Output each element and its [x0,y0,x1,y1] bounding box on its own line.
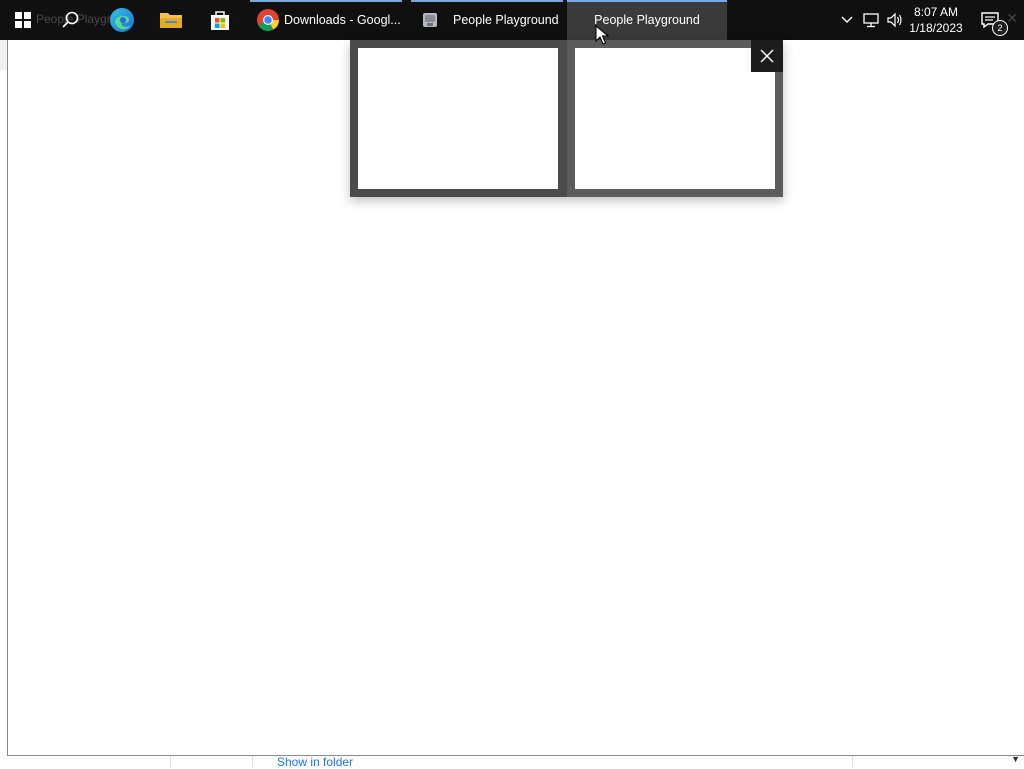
chevron-up-icon [841,16,853,23]
taskbar: People Playgro Downloads - Googl... Peop… [0,0,1024,40]
mouse-cursor-icon [595,25,609,45]
network-icon [863,13,879,28]
divider [252,756,253,768]
window-edge [0,40,7,70]
taskbar-thumbnail-preview [350,40,783,197]
close-preview-button[interactable] [751,40,783,72]
volume-button[interactable] [884,0,906,40]
clock-time: 8:07 AM [913,5,959,19]
chrome-icon [257,9,279,31]
taskbar-item-label: People Playground [594,13,700,27]
download-bar [0,756,1024,768]
taskbar-item-people-playground[interactable]: People Playground [411,0,563,40]
store-icon [211,11,229,30]
edge-button[interactable] [98,0,146,40]
windows-logo-icon [15,12,31,28]
taskbar-item-people-playground-active[interactable]: People Playground [567,0,727,40]
show-hidden-icons-button[interactable] [836,0,858,40]
store-button[interactable] [196,0,244,40]
file-explorer-icon [160,13,182,28]
action-center-button[interactable]: 2 [970,0,1010,40]
taskbar-item-label: Downloads - Googl... [284,13,401,27]
volume-icon [887,12,902,28]
clock-date: 1/18/2023 [909,21,963,35]
divider [852,756,853,768]
search-button[interactable] [46,0,94,40]
taskbar-item-chrome-downloads[interactable]: Downloads - Googl... [250,0,402,40]
close-icon[interactable]: ✕ [1006,10,1018,27]
people-playground-icon [423,13,437,27]
show-in-folder-link[interactable]: Show in folder [277,755,353,769]
window-thumbnail[interactable] [358,48,558,189]
network-button[interactable] [860,0,882,40]
scroll-down-arrow-icon[interactable]: ▼ [1011,754,1020,764]
divider [170,756,171,768]
task-indicator [411,0,563,2]
taskbar-item-label: People Playground [453,13,559,27]
window-thumbnail[interactable] [575,48,775,189]
task-indicator [567,0,727,2]
edge-icon [110,8,134,32]
search-icon [62,11,79,28]
task-indicator [250,0,402,2]
close-icon [760,49,774,63]
start-button[interactable] [0,0,46,40]
file-explorer-button[interactable] [147,0,195,40]
clock[interactable]: 8:07 AM 1/18/2023 [906,4,966,36]
